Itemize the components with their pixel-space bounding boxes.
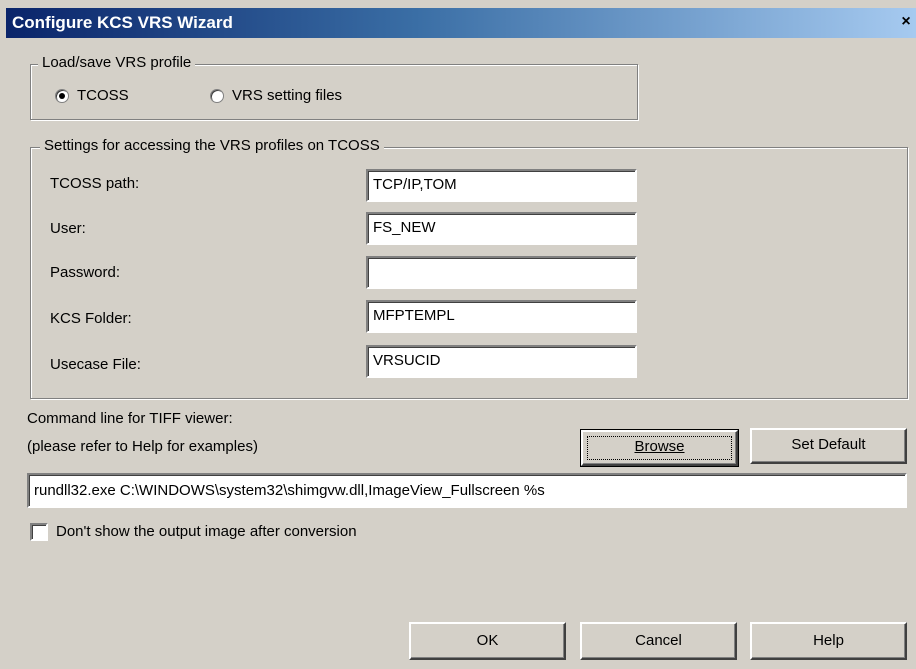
help-button-label: Help — [813, 632, 844, 649]
dialog-window: Configure KCS VRS Wizard × Load/save VRS… — [0, 0, 916, 669]
window-title: Configure KCS VRS Wizard — [12, 13, 233, 32]
viewer-label: Command line for TIFF viewer: — [27, 410, 233, 427]
password-field[interactable] — [366, 256, 637, 289]
cancel-button[interactable]: Cancel — [580, 622, 737, 660]
profile-group-legend: Load/save VRS profile — [38, 54, 196, 71]
title-bar[interactable]: Configure KCS VRS Wizard × — [6, 8, 916, 38]
help-button[interactable]: Help — [750, 622, 907, 660]
user-label: User: — [50, 220, 86, 237]
radio-tcoss[interactable]: TCOSS — [55, 87, 129, 104]
tcoss-path-field[interactable]: TCP/IP,TOM — [366, 169, 637, 202]
set-default-button-label: Set Default — [791, 436, 866, 453]
ok-button[interactable]: OK — [409, 622, 566, 660]
radio-vrs-setting-files-icon — [210, 88, 224, 103]
radio-tcoss-label: TCOSS — [77, 87, 129, 104]
close-icon[interactable]: × — [898, 14, 914, 30]
cancel-button-label: Cancel — [635, 632, 682, 649]
user-field[interactable]: FS_NEW — [366, 212, 637, 245]
usecase-file-label: Usecase File: — [50, 356, 141, 373]
password-label: Password: — [50, 264, 121, 281]
kcs-folder-field[interactable]: MFPTEMPL — [366, 300, 637, 333]
dont-show-output-label[interactable]: Don't show the output image after conver… — [56, 523, 357, 540]
tcoss-path-label: TCOSS path: — [50, 175, 140, 192]
radio-vrs-setting-files[interactable]: VRS setting files — [210, 87, 342, 104]
browse-button[interactable]: Browse — [580, 429, 739, 467]
usecase-file-field[interactable]: VRSUCID — [366, 345, 637, 378]
set-default-button[interactable]: Set Default — [750, 428, 907, 464]
browse-button-label: Browse — [634, 438, 685, 455]
settings-group-legend: Settings for accessing the VRS profiles … — [40, 137, 384, 154]
kcs-folder-label: KCS Folder: — [50, 310, 132, 327]
ok-button-label: OK — [476, 632, 499, 649]
viewer-hint: (please refer to Help for examples) — [27, 438, 258, 455]
viewer-command-field[interactable]: rundll32.exe C:\WINDOWS\system32\shimgvw… — [27, 473, 907, 508]
radio-tcoss-icon — [55, 88, 69, 103]
dont-show-output-checkbox[interactable] — [30, 523, 48, 541]
radio-vrs-setting-files-label: VRS setting files — [232, 87, 343, 104]
